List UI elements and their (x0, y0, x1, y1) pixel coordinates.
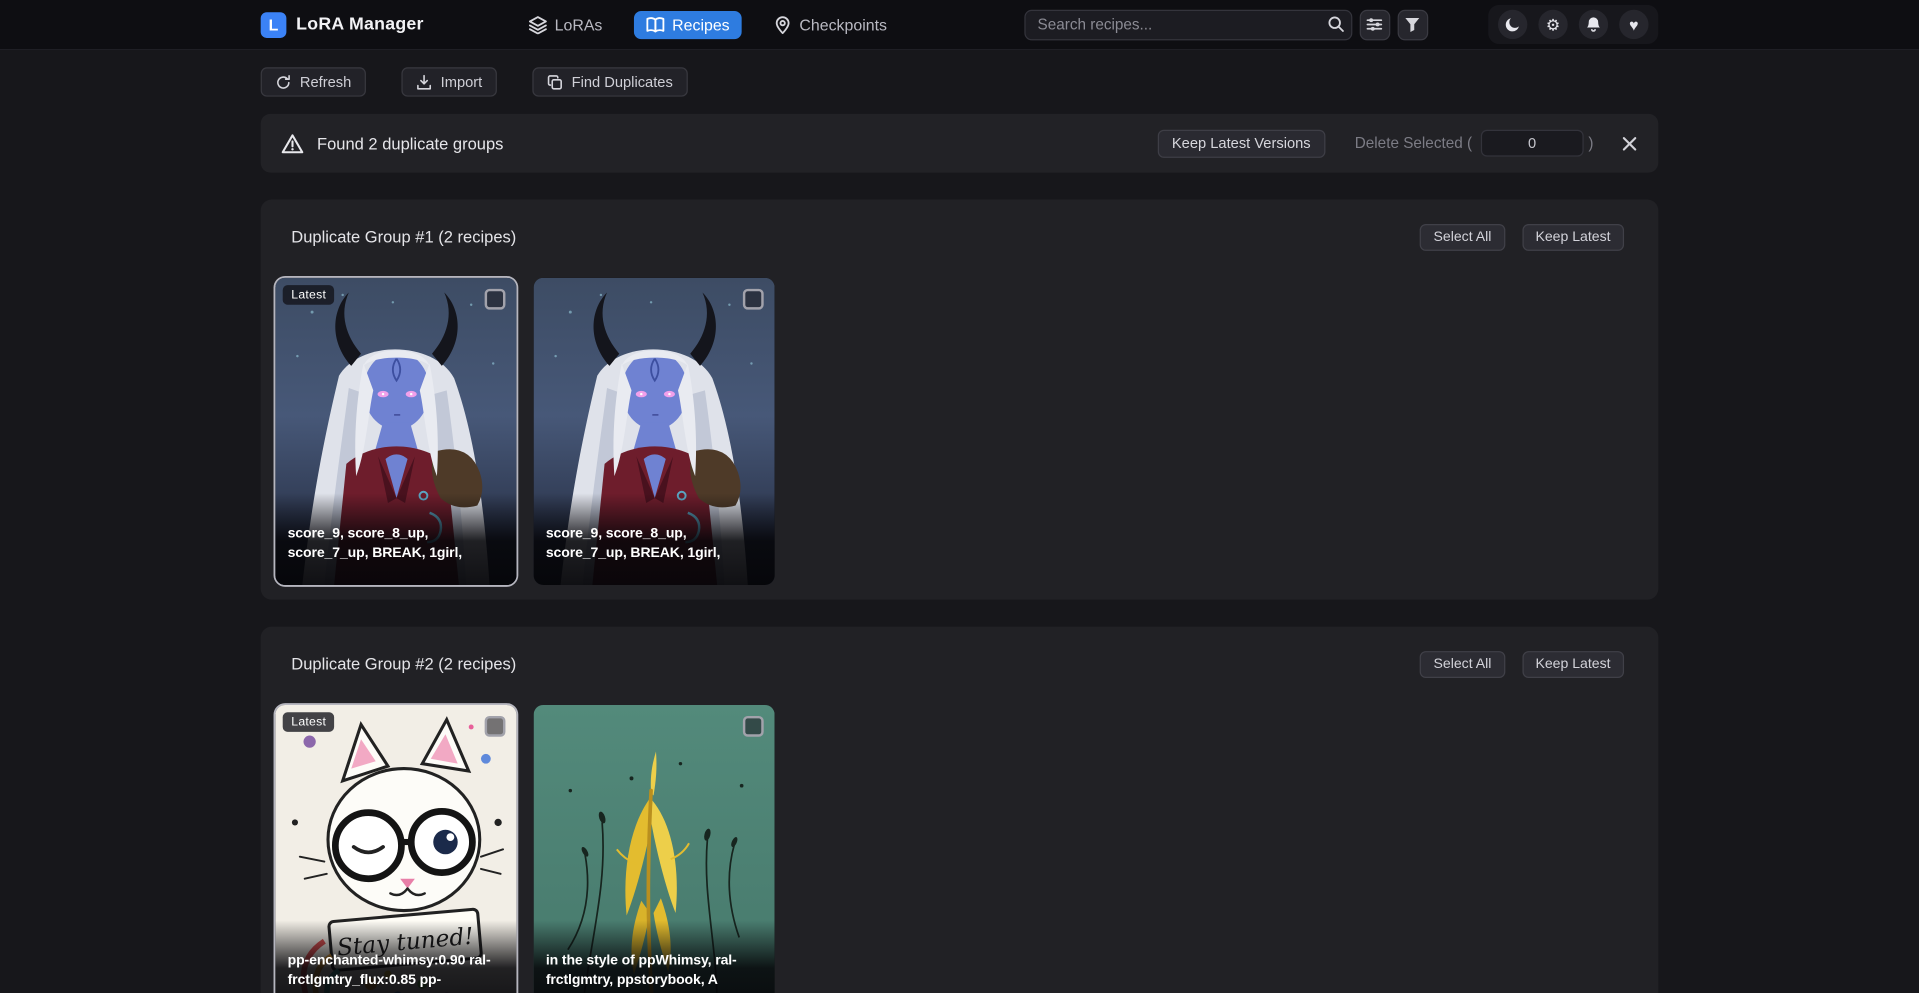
recipe-card[interactable]: score_9, score_8_up, score_7_up, BREAK, … (534, 278, 775, 585)
select-all-button[interactable]: Select All (1420, 223, 1505, 250)
app-title: LoRA Manager (296, 15, 424, 35)
search-input[interactable] (1024, 9, 1352, 40)
keep-latest-button[interactable]: Keep Latest (1522, 650, 1624, 677)
delete-selected-label: Delete Selected ( (1355, 135, 1472, 152)
latest-badge: Latest (283, 285, 335, 305)
warning-icon (281, 133, 303, 154)
find-duplicates-button[interactable]: Find Duplicates (532, 67, 687, 96)
recipe-caption: score_9, score_8_up, score_7_up, BREAK, … (534, 494, 775, 585)
recipe-select-checkbox[interactable] (485, 289, 506, 310)
settings-button[interactable]: ⚙ (1538, 10, 1567, 39)
tab-label: LoRAs (555, 15, 603, 33)
recipe-caption: pp-enchanted-whimsy:0.90 ral-frctlgmtry_… (275, 921, 516, 993)
app-root: L LoRA Manager LoRAs (0, 0, 1919, 993)
duplicates-banner: Found 2 duplicate groups Keep Latest Ver… (261, 114, 1659, 173)
import-icon (416, 74, 432, 90)
group-header: Duplicate Group #1 (2 recipes) Select Al… (275, 220, 1643, 253)
latest-badge: Latest (283, 712, 335, 732)
search-bar (1024, 9, 1352, 40)
bell-icon (1585, 16, 1602, 33)
filter-funnel-icon (1404, 16, 1421, 33)
import-button[interactable]: Import (401, 67, 496, 96)
nav-tabs: LoRAs Recipes Checkpoints (517, 10, 900, 38)
toolbar: Refresh Import Find Duplicates (261, 67, 1659, 96)
brand: L LoRA Manager (261, 12, 424, 38)
map-pin-icon (774, 15, 792, 33)
support-button[interactable]: ♥ (1619, 10, 1648, 39)
recipe-cards-row: Stay tuned! Latest pp-enchan (275, 705, 1643, 993)
recipe-card[interactable]: in the style of ppWhimsy, ral-frctlgmtry… (534, 705, 775, 993)
duplicate-group-panel-2: Duplicate Group #2 (2 recipes) Select Al… (261, 627, 1659, 993)
recipe-caption: in the style of ppWhimsy, ral-frctlgmtry… (534, 921, 775, 993)
group-title: Duplicate Group #1 (2 recipes) (291, 228, 516, 246)
tab-loras[interactable]: LoRAs (517, 10, 615, 38)
banner-close-button[interactable] (1622, 135, 1638, 151)
filter-button[interactable] (1397, 9, 1428, 40)
recipe-cards-row: Latest score_9, score_8_up, score_7_up, … (275, 278, 1643, 585)
sliders-icon (1366, 16, 1383, 33)
theme-toggle-button[interactable] (1498, 10, 1527, 39)
tab-label: Recipes (672, 15, 729, 33)
app-logo-letter: L (269, 15, 279, 33)
recipe-card[interactable]: Stay tuned! Latest pp-enchan (275, 705, 516, 993)
main-content: Refresh Import Find Duplicates (261, 67, 1659, 993)
recipe-select-checkbox[interactable] (485, 716, 506, 737)
copy-icon (547, 74, 563, 90)
keep-latest-versions-button[interactable]: Keep Latest Versions (1157, 129, 1325, 157)
close-icon (1622, 135, 1638, 151)
import-label: Import (441, 73, 483, 90)
banner-message: Found 2 duplicate groups (317, 134, 503, 152)
group-header: Duplicate Group #2 (2 recipes) Select Al… (275, 647, 1643, 680)
search-icon (1326, 14, 1344, 32)
duplicate-group-panel-1: Duplicate Group #1 (2 recipes) Select Al… (261, 199, 1659, 599)
refresh-icon (275, 74, 291, 90)
book-icon (646, 15, 664, 33)
notifications-button[interactable] (1579, 10, 1608, 39)
recipe-select-checkbox[interactable] (743, 289, 764, 310)
quick-actions: ⚙ ♥ (1488, 5, 1658, 44)
navbar: L LoRA Manager LoRAs (0, 0, 1919, 50)
refresh-label: Refresh (300, 73, 351, 90)
recipe-select-checkbox[interactable] (743, 716, 764, 737)
delete-selected-label-suffix: ) (1588, 135, 1593, 152)
search-button[interactable] (1326, 14, 1344, 36)
refresh-button[interactable]: Refresh (261, 67, 366, 96)
recipe-card[interactable]: Latest score_9, score_8_up, score_7_up, … (275, 278, 516, 585)
tab-checkpoints[interactable]: Checkpoints (761, 10, 899, 38)
sort-options-button[interactable] (1359, 9, 1390, 40)
heart-icon: ♥ (1629, 17, 1638, 33)
layers-icon (529, 15, 547, 33)
delete-count-input[interactable] (1481, 130, 1584, 157)
tab-label: Checkpoints (799, 15, 887, 33)
find-duplicates-label: Find Duplicates (572, 73, 673, 90)
tab-recipes[interactable]: Recipes (634, 10, 742, 38)
keep-latest-button[interactable]: Keep Latest (1522, 223, 1624, 250)
app-logo[interactable]: L (261, 12, 287, 38)
recipe-caption: score_9, score_8_up, score_7_up, BREAK, … (275, 494, 516, 585)
gear-icon: ⚙ (1546, 17, 1560, 33)
group-title: Duplicate Group #2 (2 recipes) (291, 655, 516, 673)
moon-icon (1504, 16, 1521, 33)
select-all-button[interactable]: Select All (1420, 650, 1505, 677)
